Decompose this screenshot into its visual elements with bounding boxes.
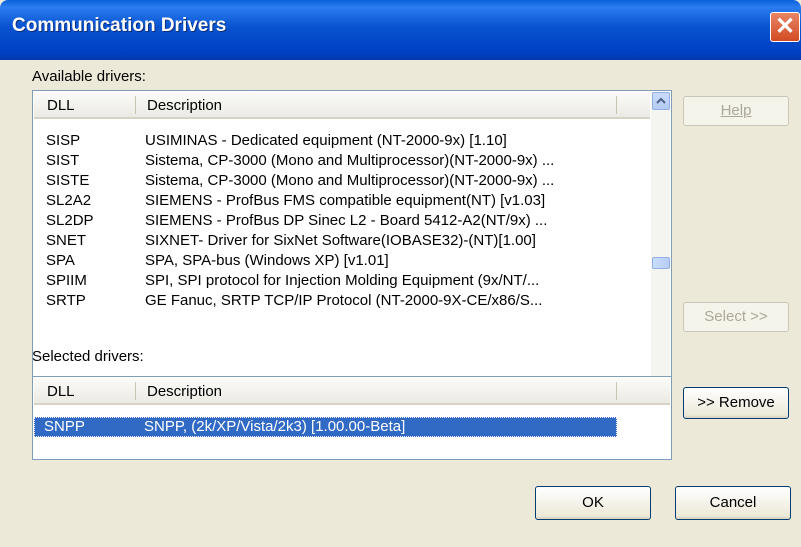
select-button-label: Select >> bbox=[704, 308, 768, 325]
column-header-dll[interactable]: DLL bbox=[47, 97, 75, 114]
close-icon: ✕ bbox=[774, 13, 796, 40]
list-item[interactable]: SNET SIXNET- Driver for SixNet Software(I… bbox=[34, 231, 646, 251]
row-dll: SIST bbox=[46, 152, 80, 169]
column-header-description[interactable]: Description bbox=[147, 97, 222, 114]
row-dll: SISTE bbox=[46, 172, 90, 189]
selected-list-header: DLL Description bbox=[34, 378, 670, 405]
close-button[interactable]: ✕ bbox=[770, 12, 800, 42]
list-item[interactable]: SRTP GE Fanuc, SRTP TCP/IP Protocol (NT-2… bbox=[34, 291, 646, 311]
list-item[interactable]: SISP USIMINAS - Dedicated equipment (NT-2… bbox=[34, 131, 646, 151]
available-list-header: DLL Description bbox=[34, 92, 650, 119]
remove-button-label: >> Remove bbox=[697, 394, 775, 411]
row-description: USIMINAS - Dedicated equipment (NT-2000-… bbox=[145, 132, 507, 149]
row-description: SPA, SPA-bus (Windows XP) [v1.01] bbox=[145, 252, 389, 269]
row-description: SIXNET- Driver for SixNet Software(IOBAS… bbox=[145, 232, 536, 249]
row-dll: SPIIM bbox=[46, 272, 87, 289]
title-bar[interactable]: Communication Drivers ✕ bbox=[0, 0, 801, 60]
row-dll: SL2DP bbox=[46, 212, 94, 229]
row-dll: SL2A2 bbox=[46, 192, 92, 209]
row-description: GE Fanuc, SRTP TCP/IP Protocol (NT-2000-… bbox=[145, 292, 543, 309]
selected-drivers-label: Selected drivers: bbox=[32, 348, 144, 365]
row-description: SIEMENS - ProfBus FMS compatible equipme… bbox=[145, 192, 546, 209]
list-item[interactable]: SPA SPA, SPA-bus (Windows XP) [v1.01] bbox=[34, 251, 646, 271]
chevron-up-icon bbox=[656, 97, 666, 104]
row-description: SIEMENS - ProfBus DP Sinec L2 - Board 54… bbox=[145, 212, 548, 229]
selected-drivers-list[interactable]: DLL Description SNPP SNPP, (2k/XP/Vista/2… bbox=[32, 376, 672, 460]
window-title: Communication Drivers bbox=[12, 15, 227, 36]
remove-button[interactable]: >> Remove bbox=[683, 387, 789, 419]
column-header-dll[interactable]: DLL bbox=[47, 383, 75, 400]
scroll-up-button[interactable] bbox=[652, 92, 670, 110]
help-button[interactable]: Help bbox=[683, 96, 789, 126]
row-dll: SNET bbox=[46, 232, 87, 249]
vertical-scrollbar[interactable] bbox=[651, 92, 670, 394]
column-divider[interactable] bbox=[135, 96, 136, 114]
scroll-thumb[interactable] bbox=[652, 257, 670, 269]
row-dll: SPA bbox=[46, 252, 75, 269]
column-divider[interactable] bbox=[616, 96, 617, 114]
row-description: Sistema, CP-3000 (Mono and Multiprocesso… bbox=[145, 172, 555, 189]
row-dll: SRTP bbox=[46, 292, 86, 309]
ok-button-label: OK bbox=[582, 494, 604, 511]
available-drivers-label: Available drivers: bbox=[32, 68, 146, 85]
ok-button[interactable]: OK bbox=[535, 486, 651, 520]
list-item[interactable]: SISTE Sistema, CP-3000 (Mono and Multipro… bbox=[34, 171, 646, 191]
list-item[interactable]: SPIIM SPI, SPI protocol for Injection Mol… bbox=[34, 271, 646, 291]
dialog-body: Available drivers: DLL Description SISP U… bbox=[0, 60, 801, 547]
row-description: SNPP, (2k/XP/Vista/2k3) [1.00.00-Beta] bbox=[144, 418, 406, 435]
list-item[interactable]: SL2A2 SIEMENS - ProfBus FMS compatible eq… bbox=[34, 191, 646, 211]
column-divider[interactable] bbox=[616, 382, 617, 400]
row-dll: SNPP bbox=[44, 418, 85, 435]
cancel-button[interactable]: Cancel bbox=[675, 486, 791, 520]
row-description: Sistema, CP-3000 (Mono and Multiprocesso… bbox=[145, 152, 555, 169]
column-header-description[interactable]: Description bbox=[147, 383, 222, 400]
list-item[interactable]: SIST Sistema, CP-3000 (Mono and Multiproc… bbox=[34, 151, 646, 171]
table-row-selected[interactable]: SNPP SNPP, (2k/XP/Vista/2k3) [1.00.00-Bet… bbox=[34, 417, 617, 437]
select-button[interactable]: Select >> bbox=[683, 302, 789, 332]
row-dll: SISP bbox=[46, 132, 81, 149]
column-divider[interactable] bbox=[135, 382, 136, 400]
cancel-button-label: Cancel bbox=[709, 494, 757, 511]
help-button-label: Help bbox=[720, 102, 752, 119]
list-item[interactable]: SL2DP SIEMENS - ProfBus DP Sinec L2 - Boa… bbox=[34, 211, 646, 231]
row-description: SPI, SPI protocol for Injection Molding … bbox=[145, 272, 540, 289]
